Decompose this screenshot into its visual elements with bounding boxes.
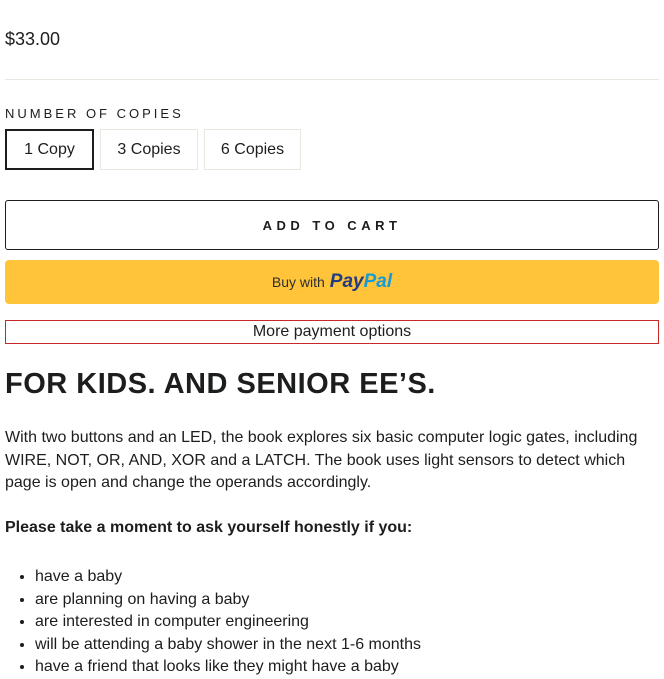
option-6-copies[interactable]: 6 Copies bbox=[204, 129, 301, 170]
add-to-cart-button[interactable]: ADD TO CART bbox=[5, 200, 659, 250]
list-item: have a friend that looks like they might… bbox=[35, 656, 421, 679]
description-paragraph: With two buttons and an LED, the book ex… bbox=[5, 429, 638, 491]
copies-options: 1 Copy 3 Copies 6 Copies bbox=[5, 129, 307, 170]
audience-list: have a baby are planning on having a bab… bbox=[5, 566, 421, 679]
divider bbox=[5, 79, 659, 80]
paypal-logo-pay: Pay bbox=[329, 271, 364, 292]
variant-label: NUMBER OF COPIES bbox=[5, 106, 184, 121]
paypal-logo: PayPal bbox=[330, 271, 392, 293]
ask-yourself-text: Please take a moment to ask yourself hon… bbox=[5, 519, 413, 536]
paypal-buy-with-label: Buy with bbox=[271, 274, 325, 290]
paypal-logo-pal: Pal bbox=[363, 271, 393, 292]
description-heading: FOR KIDS. AND SENIOR EE’S. bbox=[5, 368, 436, 400]
paypal-button[interactable]: Buy with PayPal bbox=[5, 260, 659, 304]
option-3-copies[interactable]: 3 Copies bbox=[100, 129, 198, 170]
more-payment-options-link[interactable]: More payment options bbox=[5, 320, 659, 344]
list-item: are planning on having a baby bbox=[35, 589, 421, 612]
product-price: $33.00 bbox=[5, 29, 61, 49]
list-item: will be attending a baby shower in the n… bbox=[35, 634, 421, 657]
option-1-copy[interactable]: 1 Copy bbox=[5, 129, 94, 170]
list-item: have a baby bbox=[35, 566, 421, 589]
list-item: are interested in computer engineering bbox=[35, 611, 421, 634]
